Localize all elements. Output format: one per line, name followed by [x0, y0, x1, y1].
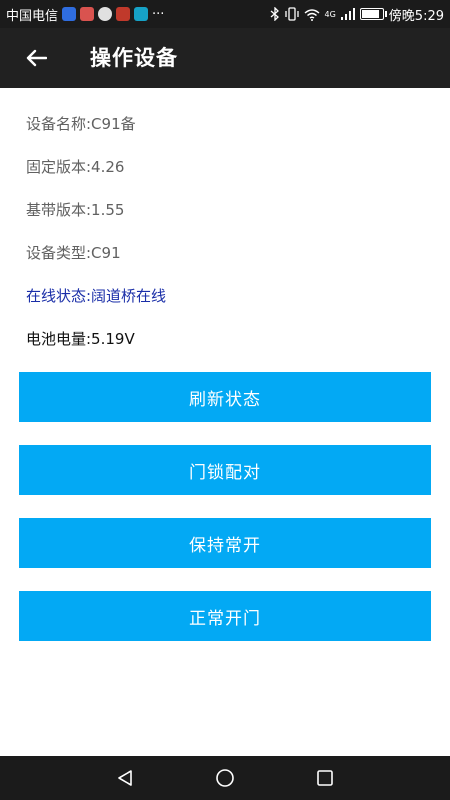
- wifi-icon: [304, 8, 319, 21]
- battery-icon: [359, 8, 387, 20]
- page-title: 操作设备: [90, 46, 178, 70]
- app-notification-icon: [116, 7, 131, 21]
- keep-open-button[interactable]: 保持常开: [19, 518, 431, 568]
- navigation-bar: [0, 756, 450, 800]
- baseband-version-text: 基带版本:1.55: [26, 201, 125, 219]
- arrow-left-icon: [26, 49, 47, 67]
- nav-home-button[interactable]: [205, 762, 245, 794]
- nav-recents-button[interactable]: [305, 762, 345, 794]
- network-type-label: 4G: [324, 9, 336, 19]
- more-notifications-icon: ···: [152, 6, 165, 22]
- status-bar: 中国电信 ··· 4G 傍晚5:29: [0, 0, 450, 28]
- bluetooth-icon: [270, 7, 279, 21]
- firmware-version-text: 固定版本:4.26: [26, 158, 125, 176]
- status-bar-left: 中国电信 ···: [6, 0, 164, 28]
- battery-level-text: 电池电量:5.19V: [26, 330, 135, 348]
- refresh-status-button[interactable]: 刷新状态: [19, 372, 431, 422]
- triangle-back-icon: [118, 770, 132, 786]
- device-name-text: 设备名称:C91备: [26, 115, 136, 133]
- app-notification-icon: [134, 7, 149, 21]
- app-notification-icon: [62, 7, 77, 21]
- status-bar-right: 4G 傍晚5:29: [270, 0, 444, 28]
- vibrate-icon: [284, 7, 299, 21]
- app-bar: 操作设备: [0, 28, 450, 88]
- online-status-text: 在线状态:阔道桥在线: [26, 287, 167, 305]
- back-button[interactable]: [18, 40, 54, 76]
- circle-home-icon: [216, 769, 234, 787]
- carrier-label: 中国电信: [6, 8, 59, 24]
- pair-lock-button[interactable]: 门锁配对: [19, 445, 431, 495]
- info-notification-icon: [98, 7, 113, 21]
- time-label: 傍晚5:29: [388, 8, 444, 24]
- nav-back-button[interactable]: [105, 762, 145, 794]
- open-door-button[interactable]: 正常开门: [19, 591, 431, 641]
- app-notification-icon: [80, 7, 95, 21]
- square-recents-icon: [317, 770, 333, 786]
- signal-icon: [340, 8, 355, 20]
- device-type-text: 设备类型:C91: [26, 244, 121, 262]
